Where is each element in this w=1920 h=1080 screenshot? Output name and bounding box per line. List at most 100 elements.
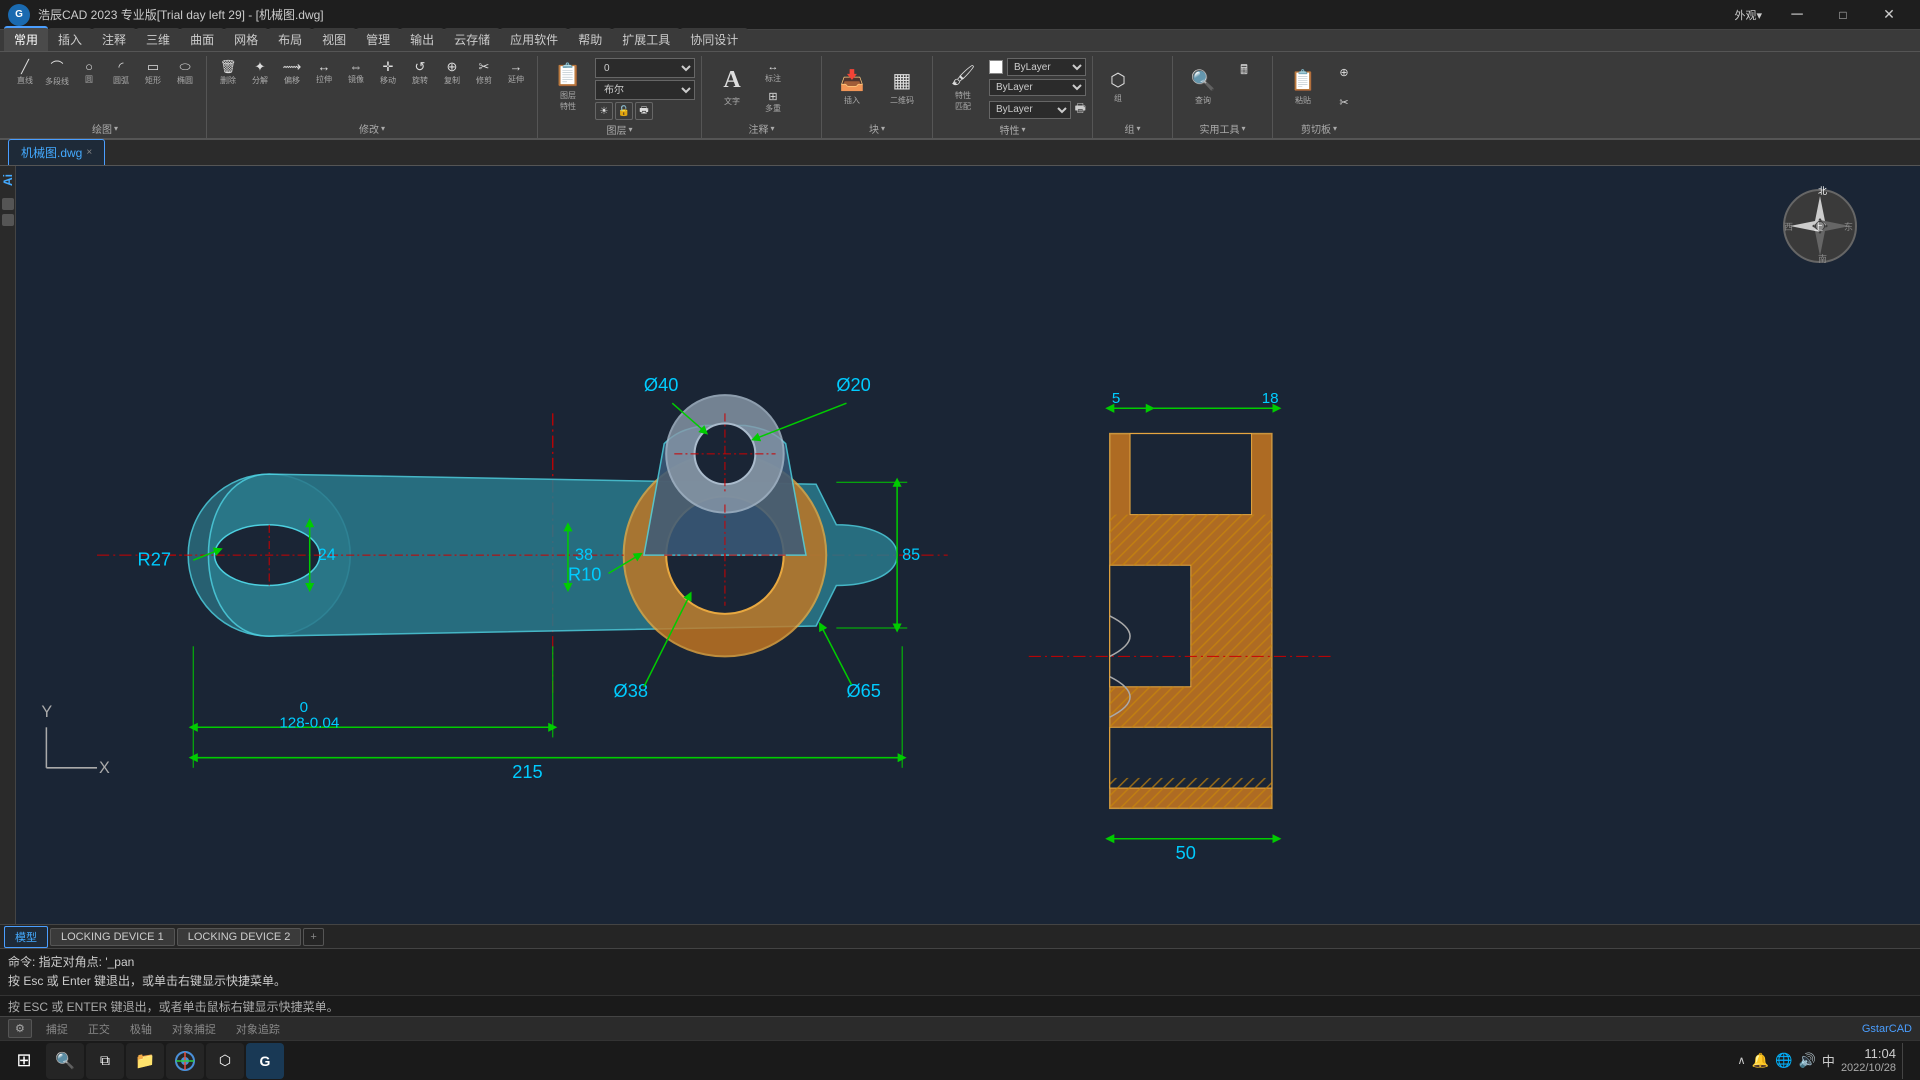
- systray-volume[interactable]: 🔊: [1798, 1052, 1815, 1069]
- systray-expand[interactable]: ∧: [1738, 1054, 1746, 1067]
- tool-rect[interactable]: ▭矩形: [138, 58, 168, 86]
- doc-tab-close[interactable]: ×: [86, 147, 92, 158]
- lineweight-select[interactable]: ByLayer: [989, 101, 1071, 119]
- color-select[interactable]: ByLayer: [1007, 58, 1086, 76]
- rtab-插入[interactable]: 插入: [48, 28, 92, 51]
- taskview-button[interactable]: ⧉: [86, 1043, 124, 1079]
- rtab-帮助[interactable]: 帮助: [568, 28, 612, 51]
- rtab-视图[interactable]: 视图: [312, 28, 356, 51]
- explorer-button[interactable]: 📁: [126, 1043, 164, 1079]
- win-minimize-btn[interactable]: ─: [1774, 0, 1820, 30]
- start-button[interactable]: ⊞: [4, 1042, 44, 1080]
- rtab-应用软件[interactable]: 应用软件: [500, 28, 568, 51]
- rtab-云存储[interactable]: 云存储: [444, 28, 500, 51]
- svg-text:东: 东: [1844, 221, 1853, 232]
- cmd-bottom-hint: 按 ESC 或 ENTER 键退出，或者单击鼠标右键显示快捷菜单。: [8, 1000, 339, 1014]
- tool-group[interactable]: ⬡组: [1099, 58, 1137, 116]
- tool-query[interactable]: 🔍查询: [1179, 58, 1227, 116]
- layer-freeze[interactable]: ☀: [595, 102, 613, 120]
- rtab-布局[interactable]: 布局: [268, 28, 312, 51]
- layout-tab-2[interactable]: LOCKING DEVICE 2: [177, 928, 302, 946]
- rtab-输出[interactable]: 输出: [400, 28, 444, 51]
- rtab-常用[interactable]: 常用: [4, 26, 48, 51]
- status-track[interactable]: 对象追踪: [230, 1019, 286, 1039]
- tool-trim[interactable]: ✂修剪: [469, 58, 499, 86]
- group-block-label[interactable]: 块 ▾: [828, 119, 926, 138]
- doc-tab[interactable]: 机械图.dwg ×: [8, 139, 105, 165]
- linetype-select[interactable]: ByLayer: [989, 79, 1086, 96]
- tool-copy[interactable]: ⊕复制: [437, 58, 467, 86]
- status-snap[interactable]: 对象捕捉: [166, 1019, 222, 1039]
- status-grid[interactable]: 捕捉: [40, 1019, 74, 1039]
- tool-layer-prop[interactable]: 📋图层特性: [544, 58, 592, 116]
- svg-text:R27: R27: [138, 549, 171, 569]
- tool-explode[interactable]: ✦分解: [245, 58, 275, 86]
- clock[interactable]: 11:04 2022/10/28: [1841, 1046, 1896, 1075]
- systray-bell[interactable]: 🔔: [1752, 1052, 1769, 1069]
- group-draw-label[interactable]: 绘图 ▾: [10, 119, 200, 138]
- rtab-网格[interactable]: 网格: [224, 28, 268, 51]
- group-modify-label[interactable]: 修改 ▾: [213, 119, 531, 138]
- layer-select[interactable]: 0: [595, 58, 695, 78]
- tool-move[interactable]: ✛移动: [373, 58, 403, 86]
- rtab-协同设计[interactable]: 协同设计: [680, 28, 748, 51]
- tool-circle[interactable]: ○圆: [74, 58, 104, 86]
- canvas-area[interactable]: Ø40 Ø20 Ø38 Ø65 R27 R10 24: [16, 166, 1920, 924]
- tool-line[interactable]: ╱直线: [10, 58, 40, 86]
- search-button[interactable]: 🔍: [46, 1043, 84, 1079]
- gstar-button[interactable]: G: [246, 1043, 284, 1079]
- tool-ellipse[interactable]: ⬭椭圆: [170, 58, 200, 86]
- layout-tab-1[interactable]: LOCKING DEVICE 1: [50, 928, 175, 946]
- tool-match-prop[interactable]: 🖌特性匹配: [939, 58, 987, 116]
- group-clipboard-label[interactable]: 剪切板 ▾: [1279, 119, 1359, 138]
- rtab-三维[interactable]: 三维: [136, 28, 180, 51]
- rtab-曲面[interactable]: 曲面: [180, 28, 224, 51]
- group-groups-label[interactable]: 组 ▾: [1099, 119, 1166, 138]
- tool-calc[interactable]: 🖩: [1229, 58, 1259, 86]
- status-polar[interactable]: 极轴: [124, 1019, 158, 1039]
- tool-paste[interactable]: 📋粘贴: [1279, 58, 1327, 116]
- win-close-btn[interactable]: ✕: [1866, 0, 1912, 30]
- tool-arc[interactable]: ◜圆弧: [106, 58, 136, 86]
- tool-text[interactable]: A文字: [708, 58, 756, 116]
- edge-button[interactable]: ⬡: [206, 1043, 244, 1079]
- tool-rotate[interactable]: ↺旋转: [405, 58, 435, 86]
- ai-label[interactable]: Ai: [1, 170, 15, 190]
- group-layer-label[interactable]: 图层 ▾: [544, 120, 695, 139]
- snap-toggle[interactable]: ⚙: [8, 1019, 32, 1038]
- systray-network[interactable]: 🌐: [1775, 1052, 1792, 1069]
- rtab-注释[interactable]: 注释: [92, 28, 136, 51]
- show-desktop[interactable]: [1902, 1043, 1908, 1079]
- tool-mirror[interactable]: ⇔镜像: [341, 58, 371, 86]
- sidebar-icon-1[interactable]: [2, 198, 14, 210]
- tool-clipboard-copy[interactable]: ⊕: [1329, 58, 1359, 86]
- tool-multi[interactable]: ⊞多重: [758, 88, 788, 116]
- tool-polyline[interactable]: ⌒多段线: [42, 58, 72, 86]
- tool-offset[interactable]: ⟿偏移: [277, 58, 307, 86]
- layout-tab-model[interactable]: 模型: [4, 926, 48, 948]
- sidebar-icon-2[interactable]: [2, 214, 14, 226]
- layout-tab-add[interactable]: +: [303, 928, 323, 946]
- group-utils-body: 🔍查询 🖩: [1179, 58, 1266, 119]
- ime-indicator[interactable]: 中: [1822, 1051, 1835, 1070]
- group-utils-label[interactable]: 实用工具 ▾: [1179, 119, 1266, 138]
- tool-insert[interactable]: 📥插入: [828, 58, 876, 116]
- layer-color-select[interactable]: 布尔: [595, 80, 695, 100]
- rtab-扩展工具[interactable]: 扩展工具: [612, 28, 680, 51]
- status-ortho[interactable]: 正交: [82, 1019, 116, 1039]
- tool-cut[interactable]: ✂: [1329, 88, 1359, 116]
- layer-print[interactable]: 🖶: [635, 102, 653, 120]
- win-maximize-btn[interactable]: □: [1820, 0, 1866, 30]
- tool-delete[interactable]: 🗑删除: [213, 58, 243, 86]
- tool-stretch[interactable]: ↔拉伸: [309, 58, 339, 86]
- cmd-line1: 命令: 指定对角点: '_pan: [8, 953, 1912, 972]
- win-external-btn[interactable]: 外观▾: [1722, 7, 1774, 23]
- tool-qrcode[interactable]: ▦二维码: [878, 58, 926, 116]
- tool-extend[interactable]: →延伸: [501, 58, 531, 86]
- group-annotation-label[interactable]: 注释 ▾: [708, 119, 815, 138]
- chrome-button[interactable]: [166, 1043, 204, 1079]
- rtab-管理[interactable]: 管理: [356, 28, 400, 51]
- tool-dim[interactable]: ↔标注: [758, 58, 788, 86]
- layer-lock[interactable]: 🔓: [615, 102, 633, 120]
- group-properties-label[interactable]: 特性 ▾: [939, 120, 1086, 139]
